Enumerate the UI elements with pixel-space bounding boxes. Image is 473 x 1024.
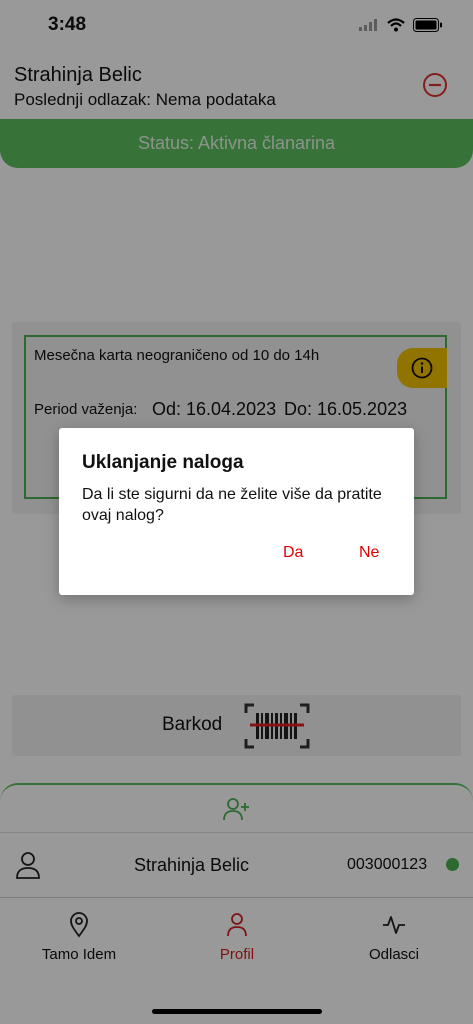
dialog-title: Uklanjanje naloga <box>82 452 244 473</box>
home-indicator[interactable] <box>152 1009 322 1014</box>
dialog-yes-button[interactable]: Da <box>283 544 303 562</box>
dialog-no-button[interactable]: Ne <box>359 544 379 562</box>
dialog-message: Da li ste sigurni da ne želite više da p… <box>82 486 382 524</box>
